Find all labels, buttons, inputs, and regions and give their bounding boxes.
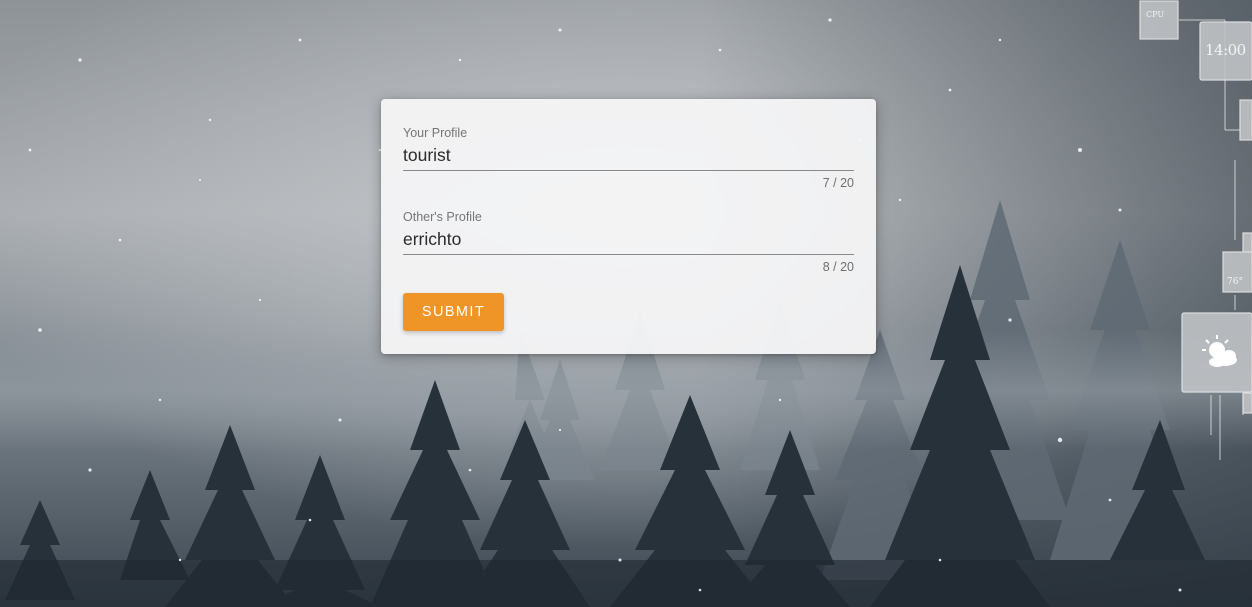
your-profile-char-counter: 7 / 20 xyxy=(822,176,854,190)
clock-text: 14:00 xyxy=(1205,41,1246,59)
others-profile-input[interactable] xyxy=(403,225,854,255)
profile-compare-card: Your Profile 7 / 20 Other's Profile 8 / … xyxy=(381,99,876,354)
your-profile-label: Your Profile xyxy=(403,126,468,140)
desktop-widgets: CPU 14:00 76° xyxy=(1135,0,1252,460)
others-profile-label: Other's Profile xyxy=(403,210,482,224)
partly-cloudy-icon xyxy=(1199,332,1243,372)
submit-button[interactable]: SUBMIT xyxy=(403,293,504,331)
others-profile-char-counter: 8 / 20 xyxy=(822,260,854,274)
temperature-text: 76° xyxy=(1227,277,1243,287)
cpu-label: CPU xyxy=(1146,10,1165,19)
your-profile-input[interactable] xyxy=(403,141,854,171)
